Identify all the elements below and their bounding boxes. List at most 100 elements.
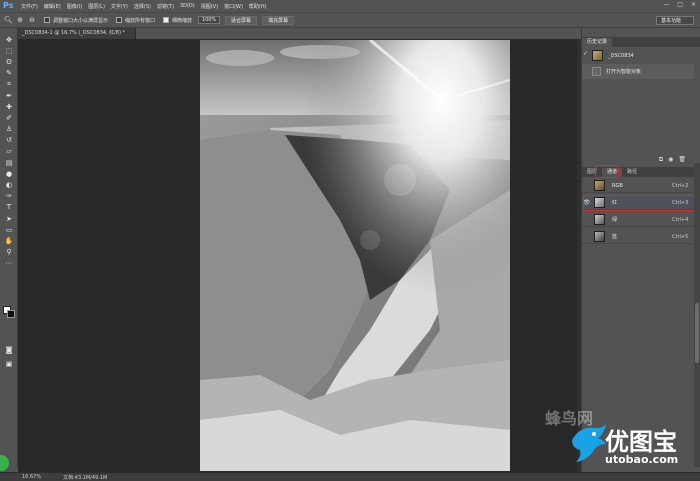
canvas-area[interactable] [18,39,577,472]
camera-icon[interactable]: ◉ [668,156,673,164]
history-footer: ⧉ ◉ 🗑︎ [659,156,686,164]
menu-image[interactable]: 图像(I) [67,3,82,10]
menu-layer[interactable]: 图层(L) [88,3,105,10]
lasso-tool-icon[interactable]: ʘ [0,56,18,67]
document-tab[interactable]: _DSC0834-1 @ 16.7% (_DSC0834, 红/8) * [18,28,136,39]
channel-name: 蓝 [612,234,618,240]
panel-scrollbar[interactable] [694,163,700,467]
channels-tab-highlight [595,165,619,178]
channel-thumbnail [594,231,605,242]
channel-thumbnail [594,214,605,225]
zoom-in-icon[interactable]: ⊕ [16,16,24,24]
canyon-photo [200,40,510,471]
history-snapshot-row[interactable]: ✓ _DSC0834 [582,48,694,63]
menu-select[interactable]: 选择(S) [134,3,151,10]
tab-history[interactable]: 历史记录 [582,38,613,47]
eraser-tool-icon[interactable]: ▱ [0,146,18,157]
menu-filter[interactable]: 滤镜(T) [157,3,174,10]
channel-shortcut: Ctrl+5 [672,233,689,240]
status-zoom[interactable]: 16.67% [22,474,41,480]
menu-type[interactable]: 文字(Y) [111,3,128,10]
channel-name: 绿 [612,217,618,223]
menu-3d[interactable]: 3D(D) [180,3,195,9]
snapshot-thumbnail [592,50,603,61]
zoom-tool-icon[interactable]: 🔍︎ [4,16,13,24]
maximize-button[interactable]: □ [677,1,683,8]
status-doc-size: 文档:43.1M/49.1M [63,474,108,481]
pen-tool-icon[interactable]: ✑ [0,191,18,202]
fill-screen-button[interactable]: 填充屏幕 [262,15,295,25]
trash-icon[interactable]: 🗑︎ [678,156,686,164]
type-tool-icon[interactable]: T [0,202,18,213]
photoshop-logo: Ps [3,1,14,10]
zoom-value-field[interactable]: 100% [198,16,221,24]
menu-window[interactable]: 窗口(W) [224,3,243,10]
healing-brush-tool-icon[interactable]: ✚ [0,101,18,112]
menu-file[interactable]: 文件(F) [21,3,38,10]
source-brush-icon[interactable]: ✓ [583,50,588,57]
bird-logo-icon [572,424,606,462]
close-button[interactable]: × [691,1,696,8]
history-state-label: 打开为智能对象 [606,69,642,75]
eyedropper-tool-icon[interactable]: ✒ [0,90,18,101]
history-brush-tool-icon[interactable]: ↺ [0,135,18,146]
dodge-tool-icon[interactable]: ◐ [0,179,18,190]
blur-tool-icon[interactable]: ● [0,168,18,179]
more-tools-icon[interactable]: ⋯ [0,258,18,269]
quick-mask-icon[interactable]: ◙ [0,344,18,355]
crop-tool-icon[interactable]: ⌗ [0,79,18,90]
scrubby-zoom-label: 细微缩放 [172,17,193,24]
path-select-tool-icon[interactable]: ➤ [0,213,18,224]
channel-thumbnail [594,180,605,191]
workspace-select[interactable]: 基本功能 [656,16,694,25]
menu-edit[interactable]: 编辑(E) [44,3,61,10]
checkbox-box[interactable] [116,17,123,23]
red-channel-highlight [583,195,699,211]
fit-screen-button[interactable]: 适合屏幕 [225,15,258,25]
checkbox-box[interactable] [44,17,50,23]
resize-windows-label: 调整窗口大小以满屏显示 [53,17,109,24]
channel-name: RGB [612,182,623,189]
resize-windows-checkbox[interactable]: 调整窗口大小以满屏显示 [44,17,108,24]
status-bar: 16.67% 文档:43.1M/49.1M [0,472,700,481]
channel-shortcut: Ctrl+2 [672,182,689,189]
menu-bar: Ps 文件(F) 编辑(E) 图像(I) 图层(L) 文字(Y) 选择(S) 滤… [0,0,700,12]
shape-tool-icon[interactable]: ▭ [0,224,18,235]
hand-tool-icon[interactable]: ✋ [0,235,18,246]
channel-shortcut: Ctrl+4 [672,216,689,223]
gradient-tool-icon[interactable]: ▤ [0,157,18,168]
zoom-out-icon[interactable]: ⊖ [28,16,36,24]
tools-panel: ✥ ⬚ ʘ ✎ ⌗ ✒ ✚ ✐ ♙ ↺ ▱ ▤ ● ◐ ✑ T ➤ ▭ ✋ ⚲ … [0,28,18,468]
options-bar: 🔍︎ ⊕ ⊖ 调整窗口大小以满屏显示 缩放所有窗口 细微缩放 100% 适合屏幕… [0,12,700,28]
menu-view[interactable]: 视图(V) [201,3,218,10]
document-canvas-image[interactable] [200,40,510,471]
zoom-all-label: 缩放所有窗口 [125,17,156,24]
window-controls: — □ × [663,1,696,8]
watermark-url: utobao.com [605,453,679,466]
channel-row-rgb[interactable]: RGB Ctrl+2 [582,179,694,193]
history-state-icon [592,67,601,76]
background-color-swatch[interactable] [7,310,15,318]
channel-row-blue[interactable]: 蓝 Ctrl+5 [582,230,694,244]
marquee-tool-icon[interactable]: ⬚ [0,45,18,56]
snapshot-name: _DSC0834 [608,52,634,59]
clone-stamp-tool-icon[interactable]: ♙ [0,124,18,135]
watermark-brand: 优图宝 [605,428,677,456]
history-panel-tabs: 历史记录 [582,37,700,47]
zoom-tool-icon[interactable]: ⚲ [0,247,18,258]
new-document-from-state-icon[interactable]: ⧉ [659,156,663,164]
brush-tool-icon[interactable]: ✐ [0,112,18,123]
tab-paths[interactable]: 路径 [622,168,642,177]
screen-mode-icon[interactable]: ▣ [0,358,18,369]
move-tool-icon[interactable]: ✥ [0,34,18,45]
history-state-row[interactable]: 打开为智能对象 [582,64,694,79]
scrollbar-thumb[interactable] [695,303,699,363]
checkbox-box[interactable] [163,17,170,23]
channel-row-green[interactable]: 绿 Ctrl+4 [582,213,694,227]
menu-help[interactable]: 帮助(H) [249,3,267,10]
quick-select-tool-icon[interactable]: ✎ [0,68,18,79]
scrubby-zoom-checkbox[interactable]: 细微缩放 [163,17,192,24]
minimize-button[interactable]: — [663,1,669,8]
right-panel-dock: 历史记录 ✓ _DSC0834 打开为智能对象 ⧉ ◉ 🗑︎ 图层 通道 路径 … [581,28,700,472]
zoom-all-checkbox[interactable]: 缩放所有窗口 [116,17,155,24]
